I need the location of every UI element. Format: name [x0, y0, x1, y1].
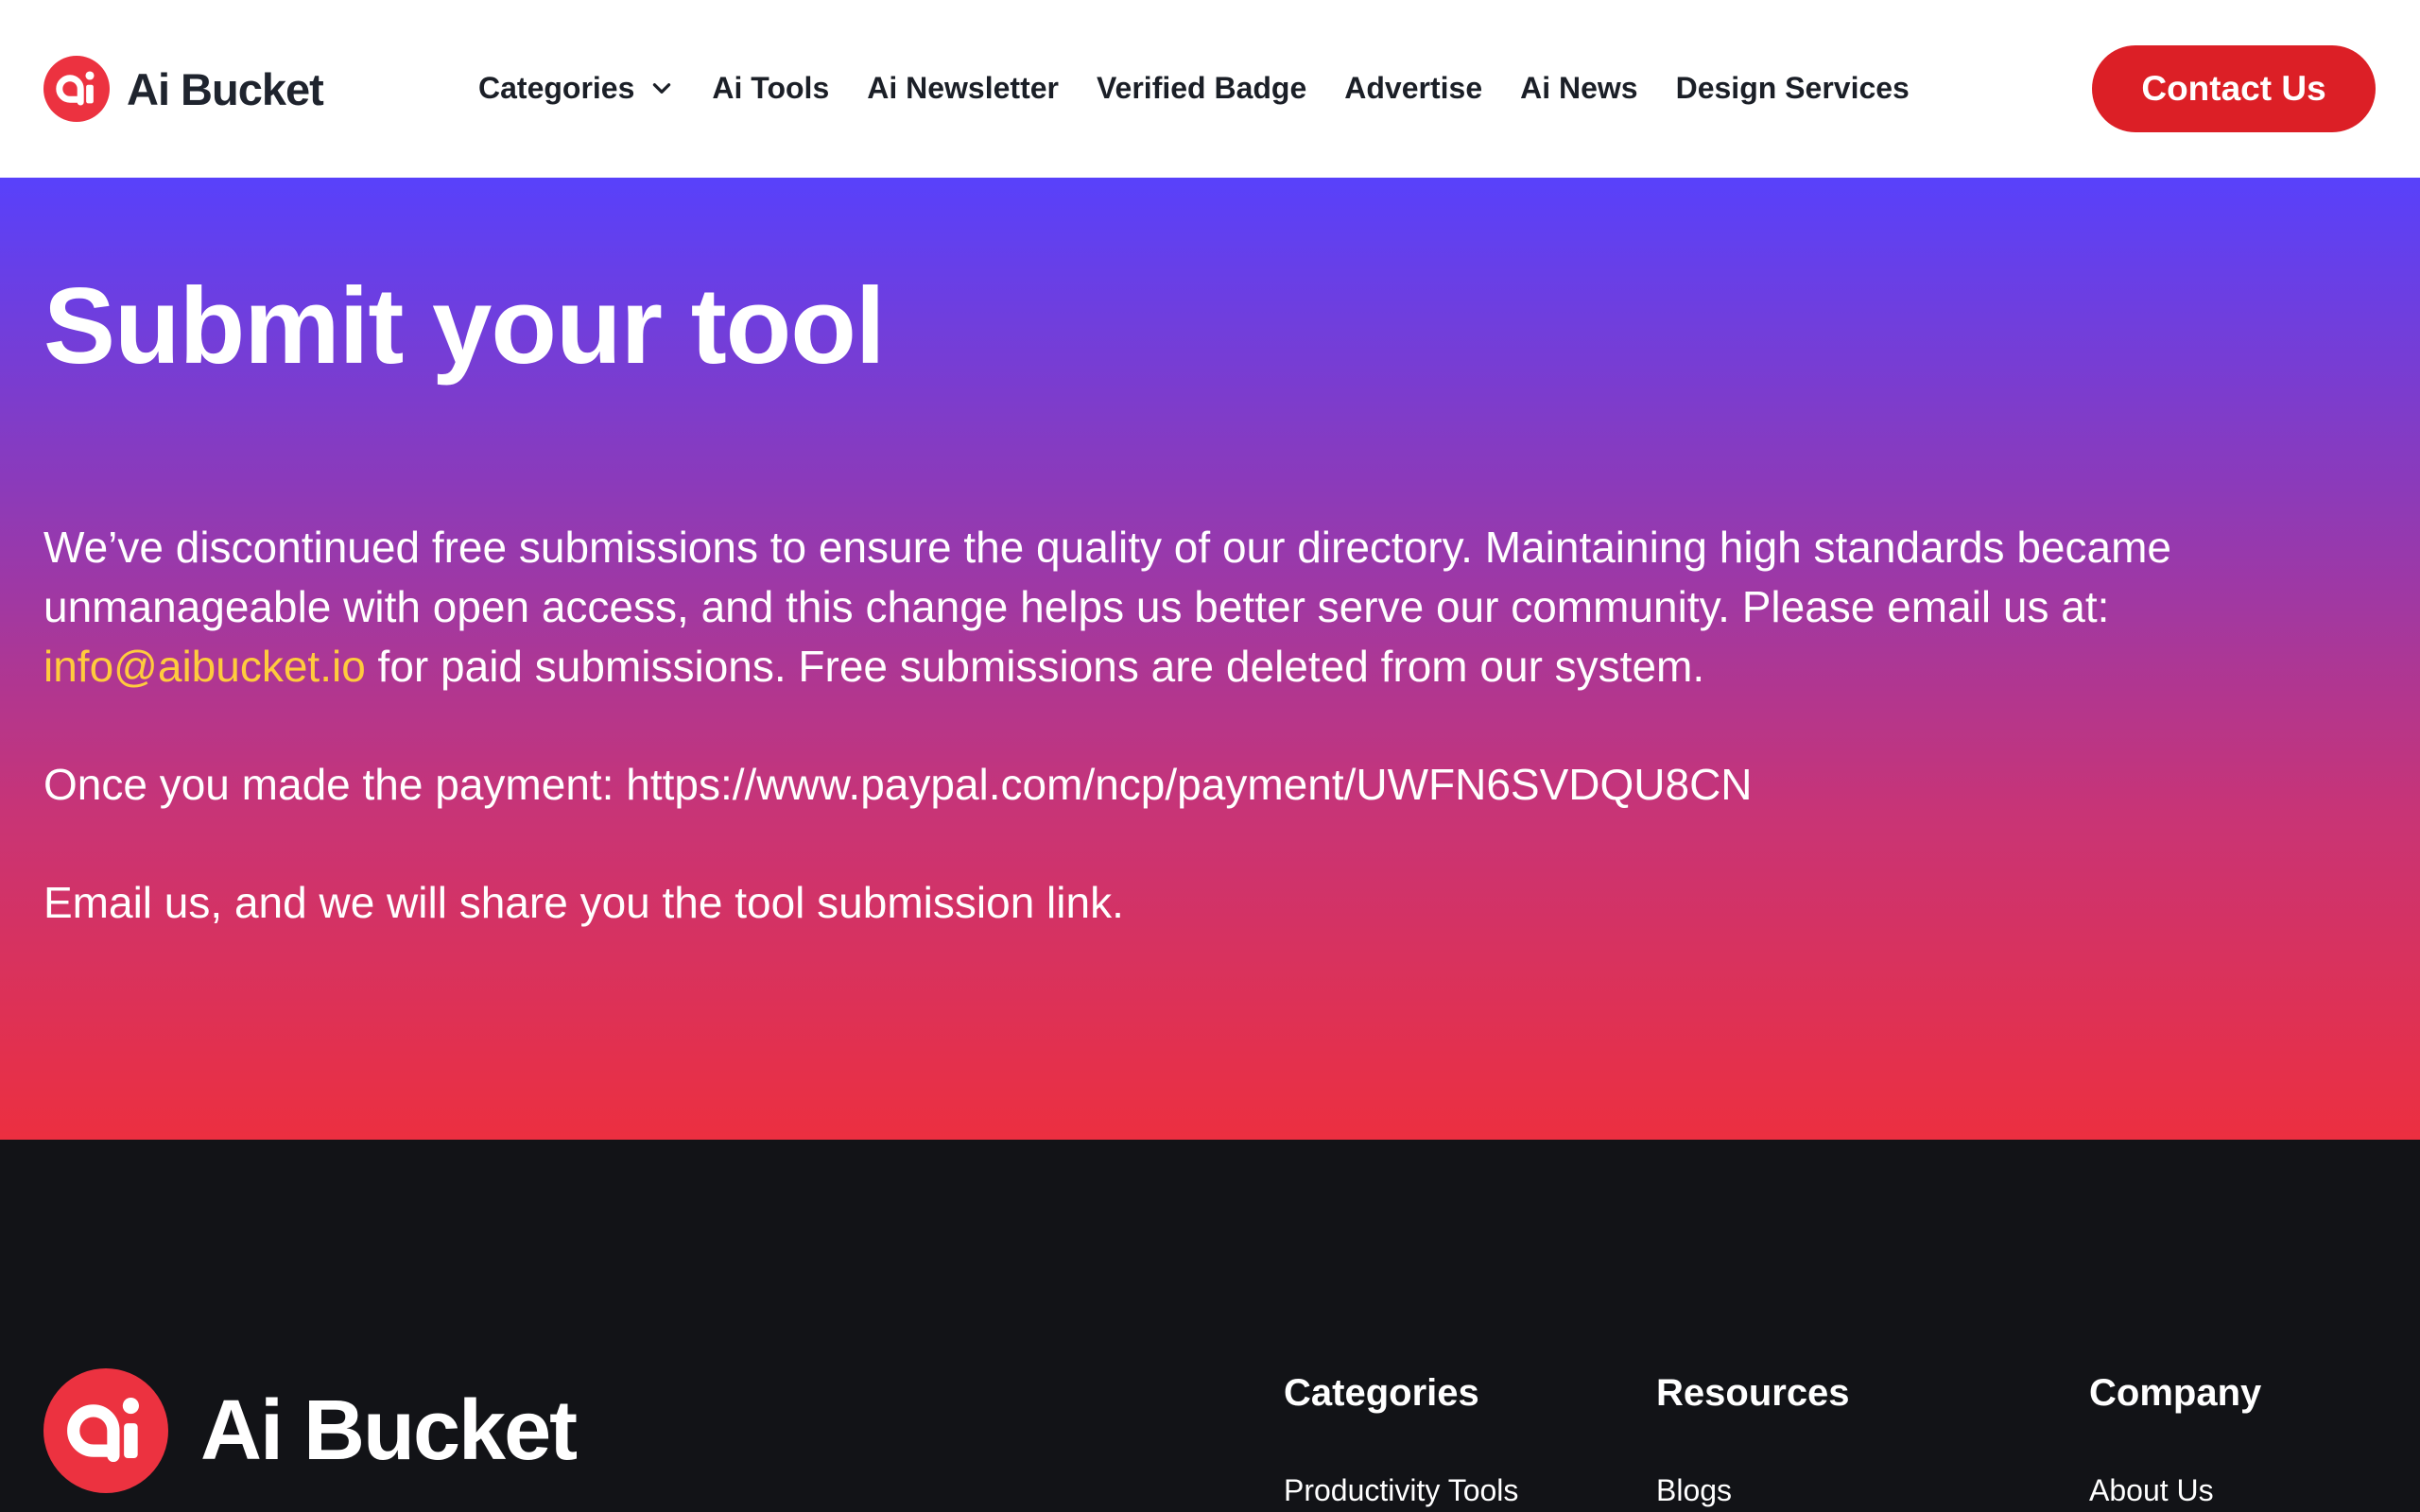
nav-categories[interactable]: Categories	[478, 71, 674, 106]
footer-column-categories: Categories Productivity Tools	[1284, 1372, 1518, 1508]
submission-info: We’ve discontinued free submissions to e…	[43, 518, 2378, 991]
email-instructions: Email us, and we will share you the tool…	[43, 878, 1124, 927]
submit-tool-section: Submit your tool We’ve discontinued free…	[0, 178, 2420, 1140]
site-header: Ai Bucket Categories Ai Tools Ai Newslet…	[0, 0, 2420, 178]
footer-column-company: Company About Us	[2089, 1372, 2261, 1508]
nav-verified-badge[interactable]: Verified Badge	[1097, 71, 1306, 106]
nav-design-services[interactable]: Design Services	[1676, 71, 1910, 106]
page-title: Submit your tool	[43, 266, 886, 387]
footer-logo-link[interactable]: Ai Bucket	[43, 1368, 578, 1493]
notice-text-before: We’ve discontinued free submissions to e…	[43, 523, 2171, 631]
nav-categories-label: Categories	[478, 70, 635, 105]
header-logo-link[interactable]: Ai Bucket	[43, 55, 324, 123]
nav-ai-tools[interactable]: Ai Tools	[712, 71, 829, 106]
nav-advertise[interactable]: Advertise	[1344, 71, 1482, 106]
nav-ai-news[interactable]: Ai News	[1520, 71, 1637, 106]
ai-bucket-logo-icon	[43, 1368, 168, 1493]
nav-ai-newsletter[interactable]: Ai Newsletter	[867, 71, 1059, 106]
footer-column-resources: Resources Blogs	[1656, 1372, 1850, 1508]
main-nav: Categories Ai Tools Ai Newsletter Verifi…	[478, 66, 1910, 110]
discontinued-notice: We’ve discontinued free submissions to e…	[43, 518, 2378, 696]
footer-link-about-us[interactable]: About Us	[2089, 1473, 2261, 1508]
payment-info: Once you made the payment: https://www.p…	[43, 760, 1753, 809]
footer-link-blogs[interactable]: Blogs	[1656, 1473, 1850, 1508]
footer-link-productivity-tools[interactable]: Productivity Tools	[1284, 1473, 1518, 1508]
chevron-down-icon	[653, 83, 671, 94]
footer-heading-company: Company	[2089, 1372, 2262, 1414]
site-footer: Ai Bucket Categories Productivity Tools …	[0, 1140, 2420, 1512]
notice-text-after: for paid submissions. Free submissions a…	[365, 642, 1705, 691]
ai-bucket-logo-icon	[43, 56, 110, 122]
footer-heading-categories: Categories	[1284, 1372, 1479, 1414]
footer-logo-text: Ai Bucket	[200, 1383, 578, 1478]
contact-us-button[interactable]: Contact Us	[2092, 45, 2376, 132]
email-link[interactable]: info@aibucket.io	[43, 642, 366, 691]
logo-text: Ai Bucket	[127, 63, 324, 114]
footer-heading-resources: Resources	[1656, 1372, 1850, 1414]
